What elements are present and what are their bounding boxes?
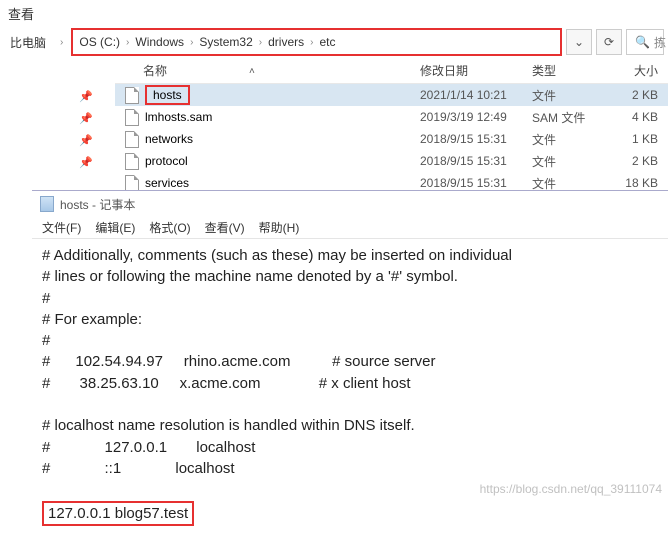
file-name-cell[interactable]: hosts: [115, 85, 420, 105]
menu-item[interactable]: 查看(V): [205, 219, 245, 236]
file-date: 2018/9/15 15:31: [420, 154, 532, 168]
watermark: https://blog.csdn.net/qq_39111074: [480, 482, 662, 496]
file-name-cell[interactable]: services: [115, 175, 420, 192]
chevron-right-icon: ›: [56, 37, 67, 48]
col-name[interactable]: 名称˄: [115, 62, 420, 79]
search-icon: 🔍: [635, 35, 650, 49]
menu-item[interactable]: 格式(O): [149, 219, 190, 236]
file-icon: [125, 175, 139, 192]
ribbon-tab[interactable]: 查看: [0, 0, 668, 26]
file-date: 2018/9/15 15:31: [420, 132, 532, 146]
menu-item[interactable]: 文件(F): [42, 219, 81, 236]
text-line: # 127.0.0.1 localhost: [42, 437, 658, 458]
file-name-text: lmhosts.sam: [145, 110, 212, 124]
column-headers[interactable]: 名称˄ 修改日期 类型 大小: [115, 58, 668, 84]
notepad-menubar[interactable]: 文件(F) 编辑(E) 格式(O) 查看(V) 帮助(H): [32, 217, 668, 239]
menu-item[interactable]: 编辑(E): [95, 219, 135, 236]
file-size: 2 KB: [612, 154, 664, 168]
text-line: # Additionally, comments (such as these)…: [42, 245, 658, 266]
file-name-text: networks: [145, 132, 193, 146]
file-type: SAM 文件: [532, 109, 612, 126]
file-name-cell[interactable]: protocol: [115, 153, 420, 170]
chevron-right-icon: ›: [186, 37, 197, 48]
file-name-cell[interactable]: lmhosts.sam: [115, 109, 420, 126]
file-type: 文件: [532, 153, 612, 170]
text-line: [42, 394, 658, 415]
text-line: # ::1 localhost: [42, 458, 658, 479]
file-icon: [125, 109, 139, 126]
file-name-text: protocol: [145, 154, 188, 168]
this-pc-label[interactable]: 比电脑: [4, 34, 52, 51]
pin-gutter: 📌 📌 📌 📌: [0, 58, 115, 194]
file-name-text: services: [145, 176, 189, 190]
pin-icon: 📌: [0, 108, 115, 130]
explorer-window: 查看 比电脑 › OS (C:)›Windows›System32›driver…: [0, 0, 668, 194]
file-list: 名称˄ 修改日期 类型 大小 hosts2021/1/14 10:21文件2 K…: [115, 58, 668, 194]
breadcrumb[interactable]: OS (C:)›Windows›System32›drivers›etc: [71, 28, 562, 56]
col-type[interactable]: 类型: [532, 62, 612, 79]
chevron-right-icon: ›: [255, 37, 266, 48]
col-date[interactable]: 修改日期: [420, 62, 532, 79]
file-date: 2019/3/19 12:49: [420, 110, 532, 124]
dropdown-button[interactable]: ⌄: [566, 29, 592, 55]
file-type: 文件: [532, 175, 612, 192]
file-type: 文件: [532, 131, 612, 148]
breadcrumb-segment[interactable]: etc: [317, 35, 337, 49]
file-list-area: 📌 📌 📌 📌 名称˄ 修改日期 类型 大小 hosts 2021/1/14 10…: [0, 58, 668, 194]
highlighted-hosts-entry: 127.0.0.1 blog57.test: [42, 501, 194, 526]
text-line: #: [42, 288, 658, 309]
file-size: 2 KB: [612, 88, 664, 102]
pin-icon: 📌: [0, 152, 115, 174]
menu-item[interactable]: 帮助(H): [259, 219, 300, 236]
pin-icon: 📌: [0, 86, 115, 108]
sort-arrow-icon: ˄: [249, 66, 255, 77]
text-line: #: [42, 330, 658, 351]
chevron-right-icon: ›: [122, 37, 133, 48]
notepad-icon: [40, 196, 54, 212]
file-type: 文件: [532, 87, 612, 104]
text-line: # 102.54.94.97 rhino.acme.com # source s…: [42, 351, 658, 372]
file-icon: [125, 87, 139, 104]
table-row[interactable]: lmhosts.sam 2019/3/19 12:49SAM 文件4 KB: [115, 106, 668, 128]
file-size: 18 KB: [612, 176, 664, 190]
file-size: 1 KB: [612, 132, 664, 146]
text-line: # localhost name resolution is handled w…: [42, 415, 658, 436]
text-line: # For example:: [42, 309, 658, 330]
notepad-title-text: hosts - 记事本: [60, 196, 135, 213]
search-box[interactable]: 🔍 拣: [626, 29, 664, 55]
file-date: 2018/9/15 15:31: [420, 176, 532, 190]
breadcrumb-segment[interactable]: System32: [197, 35, 254, 49]
table-row[interactable]: hosts 2021/1/14 10:21文件2 KB: [115, 84, 668, 106]
file-size: 4 KB: [612, 110, 664, 124]
pin-icon: 📌: [0, 130, 115, 152]
search-placeholder: 拣: [654, 34, 666, 51]
notepad-titlebar[interactable]: hosts - 记事本: [32, 191, 668, 217]
file-date: 2021/1/14 10:21: [420, 88, 532, 102]
breadcrumb-segment[interactable]: drivers: [266, 35, 306, 49]
breadcrumb-segment[interactable]: OS (C:): [77, 35, 122, 49]
table-row[interactable]: protocol 2018/9/15 15:31文件2 KB: [115, 150, 668, 172]
text-line: # lines or following the machine name de…: [42, 266, 658, 287]
refresh-button[interactable]: ⟳: [596, 29, 622, 55]
address-bar-row: 比电脑 › OS (C:)›Windows›System32›drivers›e…: [0, 26, 668, 58]
chevron-right-icon: ›: [306, 37, 317, 48]
file-icon: [125, 153, 139, 170]
text-line: # 38.25.63.10 x.acme.com # x client host: [42, 373, 658, 394]
breadcrumb-segment[interactable]: Windows: [133, 35, 186, 49]
file-name-text: hosts: [145, 85, 190, 105]
file-icon: [125, 131, 139, 148]
table-row[interactable]: networks 2018/9/15 15:31文件1 KB: [115, 128, 668, 150]
col-size[interactable]: 大小: [612, 62, 664, 79]
file-name-cell[interactable]: networks: [115, 131, 420, 148]
